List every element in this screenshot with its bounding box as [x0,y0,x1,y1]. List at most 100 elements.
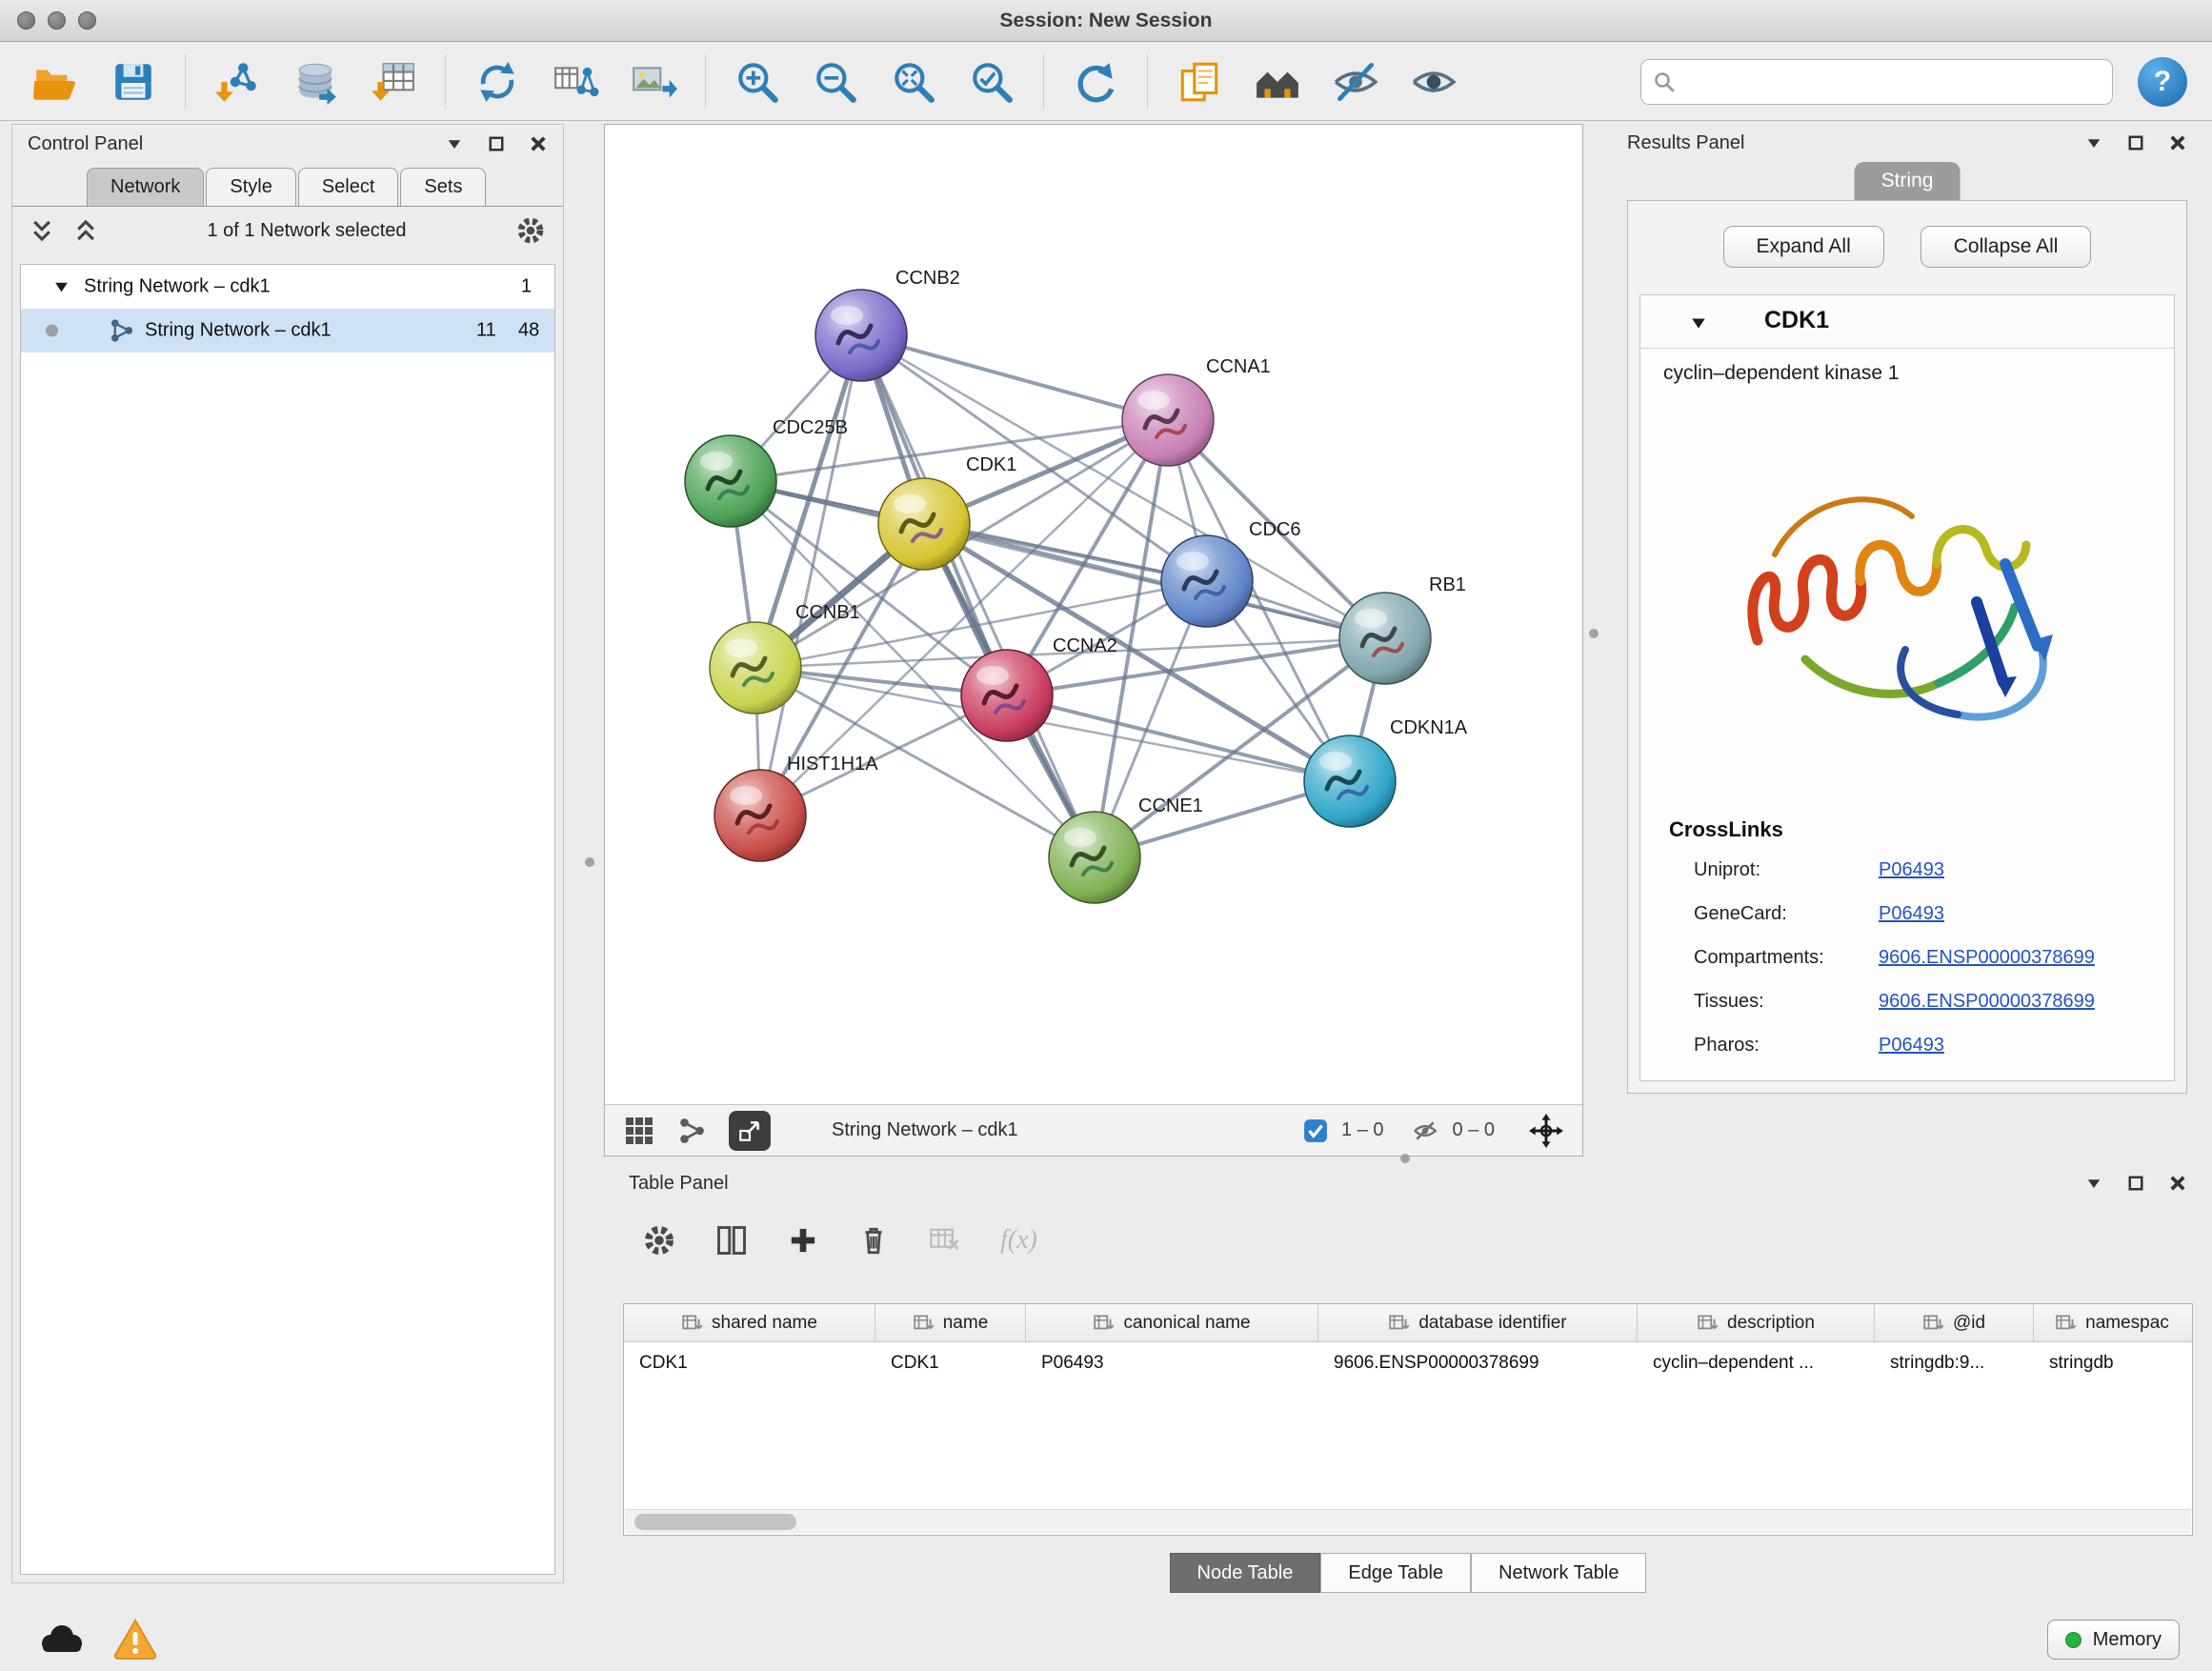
protein-card-header[interactable]: CDK1 [1640,295,2174,349]
import-network-file-button[interactable] [211,54,264,110]
search-field[interactable] [1640,59,2113,105]
minimize-window-button[interactable] [48,11,66,30]
edge-CCNB2-HIST1H1A[interactable] [760,335,861,815]
network-canvas[interactable]: CCNB2CCNA1CDC25BCDK1CDC6RB1CCNB1CCNA2CDK… [605,125,1582,1104]
node-label: CCNA2 [1053,635,1117,656]
splitter-handle[interactable] [1589,629,1599,638]
zoom-in-button[interactable] [731,54,784,110]
import-network-database-button[interactable] [289,54,342,110]
network-from-table-button[interactable] [549,54,602,110]
external-link-icon [737,1118,762,1143]
open-in-window-button[interactable] [729,1111,771,1151]
scrollbar-thumb[interactable] [634,1514,796,1530]
refresh-button[interactable] [1069,54,1122,110]
crosslink-pharos-link[interactable]: P06493 [1879,1035,1944,1057]
edge-CCNB2-CCNA1[interactable] [861,335,1168,420]
tab-sets[interactable]: Sets [400,168,486,206]
tab-style[interactable]: Style [206,168,295,206]
column-header[interactable]: shared name [624,1304,875,1341]
open-session-button[interactable] [29,54,82,110]
zoom-selected-button[interactable] [965,54,1018,110]
cell-id[interactable]: stringdb:9... [1875,1353,2034,1374]
disclosure-triangle-icon[interactable] [1690,314,1707,332]
column-header[interactable]: @id [1875,1304,2034,1341]
show-columns-button[interactable] [714,1223,749,1258]
panel-close-icon[interactable] [2168,133,2187,152]
search-input[interactable] [1685,70,2101,92]
save-session-button[interactable] [107,54,160,110]
add-column-button[interactable] [787,1224,819,1257]
hide-selected-button[interactable] [1329,54,1382,110]
zoom-out-button[interactable] [809,54,862,110]
cell-shared-name[interactable]: CDK1 [624,1353,875,1374]
crosslink-tissues-link[interactable]: 9606.ENSP00000378699 [1879,991,2095,1013]
pan-crosshair-icon[interactable] [1529,1114,1563,1148]
zoom-fit-button[interactable] [887,54,940,110]
export-image-button[interactable] [627,54,680,110]
tab-network[interactable]: Network [87,168,204,206]
share-network-icon[interactable] [677,1117,706,1145]
cell-name[interactable]: CDK1 [875,1353,1026,1374]
help-button[interactable]: ? [2138,57,2187,107]
houses-button[interactable] [1251,54,1304,110]
new-network-button[interactable] [471,54,524,110]
column-header[interactable]: namespac [2034,1304,2190,1341]
panel-float-icon[interactable] [2126,1174,2145,1193]
import-table-button[interactable] [367,54,420,110]
cell-database-identifier[interactable]: 9606.ENSP00000378699 [1318,1353,1638,1374]
disclosure-triangle-icon[interactable] [53,279,70,295]
cloud-icon[interactable] [34,1623,86,1658]
string-results-tab[interactable]: String [1855,162,1961,200]
horizontal-scrollbar[interactable] [625,1509,2191,1534]
splitter-handle[interactable] [1400,1154,1410,1163]
crosslink-genecard-link[interactable]: P06493 [1879,903,1944,925]
column-header[interactable]: name [875,1304,1026,1341]
birdseye-grid-icon[interactable] [624,1116,654,1146]
toolbar-separator [1147,54,1148,110]
table-settings-button[interactable] [642,1223,676,1258]
close-window-button[interactable] [17,11,35,30]
column-header[interactable]: database identifier [1318,1304,1638,1341]
node-label: CDC25B [773,417,848,438]
tab-select[interactable]: Select [298,168,399,206]
tab-network-table[interactable]: Network Table [1471,1553,1646,1593]
table-row[interactable]: CDK1 CDK1 P06493 9606.ENSP00000378699 cy… [624,1342,2192,1384]
crosslink-label: Compartments: [1694,947,1824,969]
cell-canonical-name[interactable]: P06493 [1026,1353,1318,1374]
memory-button[interactable]: Memory [2047,1620,2180,1660]
column-header[interactable]: description [1638,1304,1875,1341]
crosslink-compartments-link[interactable]: 9606.ENSP00000378699 [1879,947,2095,969]
panel-collapse-icon[interactable] [445,134,464,153]
panel-float-icon[interactable] [2126,133,2145,152]
cell-description[interactable]: cyclin–dependent ... [1638,1353,1875,1374]
network-collection-row[interactable]: String Network – cdk1 1 [21,265,554,309]
tab-edge-table[interactable]: Edge Table [1320,1553,1471,1593]
splitter-handle[interactable] [585,857,594,867]
crosslink-uniprot-link[interactable]: P06493 [1879,859,1944,881]
delete-column-button[interactable] [857,1224,890,1257]
edge-CCNB2-CCNE1[interactable] [861,335,1095,857]
columns-icon [714,1223,749,1258]
zoom-window-button[interactable] [78,11,96,30]
hidden-eye-icon[interactable] [1411,1118,1439,1143]
collapse-all-icon[interactable] [73,218,98,243]
selected-checkbox-icon[interactable] [1303,1118,1328,1143]
warning-icon[interactable] [112,1618,158,1660]
collapse-all-button[interactable]: Collapse All [1920,226,2092,268]
gear-icon[interactable] [515,215,546,246]
control-panel-header: Control Panel [12,125,563,163]
panel-close-icon[interactable] [529,134,548,153]
expand-all-icon[interactable] [30,218,54,243]
show-hidden-button[interactable] [1407,54,1460,110]
node-gloss-highlight [730,786,762,805]
panel-collapse-icon[interactable] [2084,133,2103,152]
network-row-selected[interactable]: String Network – cdk1 11 48 [21,309,554,352]
panel-float-icon[interactable] [487,134,506,153]
column-header[interactable]: canonical name [1026,1304,1318,1341]
panel-close-icon[interactable] [2168,1174,2187,1193]
cell-namespace[interactable]: stringdb [2034,1353,2190,1374]
tab-node-table[interactable]: Node Table [1170,1553,1321,1593]
panel-collapse-icon[interactable] [2084,1174,2103,1193]
duplicate-document-button[interactable] [1173,54,1226,110]
expand-all-button[interactable]: Expand All [1723,226,1884,268]
